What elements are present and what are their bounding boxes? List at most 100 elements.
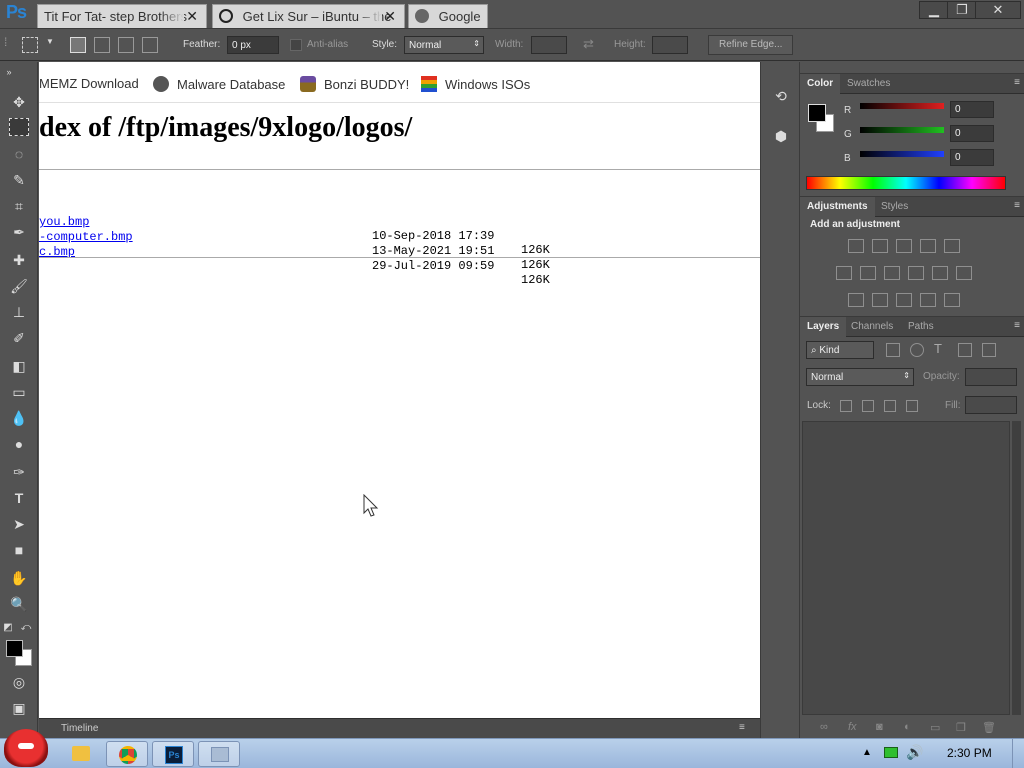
blue-value-input[interactable]: 0	[950, 149, 994, 166]
levels-icon[interactable]	[872, 239, 888, 253]
tab-close-icon[interactable]: ✕	[186, 8, 198, 25]
new-layer-icon[interactable]: ❐	[956, 721, 966, 734]
red-slider[interactable]	[860, 103, 944, 109]
foreground-color-swatch[interactable]	[6, 640, 23, 657]
tab-swatches[interactable]: Swatches	[840, 74, 897, 94]
green-value-input[interactable]: 0	[950, 125, 994, 142]
fg-color-swatch[interactable]	[808, 104, 826, 122]
zoom-tool-icon[interactable]: 🔍	[8, 594, 30, 614]
timeline-panel[interactable]: Timeline ≡	[39, 718, 760, 738]
tab-color[interactable]: Color	[800, 74, 841, 94]
screen-mode-icon[interactable]: ▣	[8, 698, 30, 718]
close-button[interactable]: ✕	[975, 1, 1021, 19]
taskbar-photoshop[interactable]: Ps	[152, 741, 194, 767]
dodge-tool-icon[interactable]: ●	[8, 434, 30, 454]
brightness-icon[interactable]	[848, 239, 864, 253]
properties-panel-icon[interactable]: ⬢	[770, 126, 792, 146]
new-group-icon[interactable]: ▭	[930, 721, 940, 734]
color-spectrum-ramp[interactable]	[806, 176, 1006, 190]
hue-saturation-icon[interactable]	[836, 266, 852, 280]
quick-mask-icon[interactable]: ◎	[8, 672, 30, 692]
bookmark-memz[interactable]: MEMZ Download	[39, 76, 139, 91]
marquee-preset-icon[interactable]	[22, 37, 38, 53]
posterize-icon[interactable]	[872, 293, 888, 307]
curves-icon[interactable]	[896, 239, 912, 253]
crop-tool-icon[interactable]: ⌗	[8, 196, 30, 216]
panel-menu-icon[interactable]: ≡	[1014, 320, 1020, 331]
eyedropper-icon[interactable]: ✒	[8, 222, 30, 242]
healing-brush-icon[interactable]: ✚	[8, 250, 30, 270]
red-value-input[interactable]: 0	[950, 101, 994, 118]
exposure-icon[interactable]	[920, 239, 936, 253]
panel-menu-icon[interactable]: ≡	[1014, 77, 1020, 88]
tab-close-icon[interactable]: ✕	[384, 8, 396, 25]
tab-layers[interactable]: Layers	[800, 317, 847, 337]
document-canvas[interactable]: MEMZ Download Malware Database Bonzi BUD…	[39, 62, 760, 718]
start-button[interactable]	[4, 729, 48, 767]
taskbar-chrome[interactable]	[106, 741, 148, 767]
panel-menu-icon[interactable]: ≡	[739, 722, 745, 733]
type-tool-icon[interactable]: T	[8, 488, 30, 508]
bookmark-windows-isos[interactable]: Windows ISOs	[421, 76, 530, 92]
chevron-down-icon[interactable]: ▼	[46, 37, 54, 46]
photo-filter-icon[interactable]	[908, 266, 924, 280]
filter-type-icon[interactable]: T	[934, 341, 942, 356]
minimize-button[interactable]: ▁	[919, 1, 949, 19]
tab-tit-for-tat[interactable]: Tit For Tat- step Brothers ✕	[37, 4, 207, 28]
marquee-tool-icon[interactable]	[9, 118, 29, 136]
network-icon[interactable]	[884, 747, 898, 758]
show-hidden-icons[interactable]: ▲	[862, 747, 872, 758]
blur-tool-icon[interactable]: 💧	[8, 408, 30, 428]
tab-adjustments[interactable]: Adjustments	[800, 197, 875, 217]
channel-mixer-icon[interactable]	[932, 266, 948, 280]
fill-input[interactable]	[965, 396, 1017, 414]
taskbar-window[interactable]	[198, 741, 240, 767]
pen-tool-icon[interactable]: ✑	[8, 462, 30, 482]
hand-tool-icon[interactable]: ✋	[8, 568, 30, 588]
tab-styles[interactable]: Styles	[874, 197, 915, 217]
new-adjustment-icon[interactable]: ◐	[904, 721, 911, 733]
layers-list[interactable]	[802, 421, 1010, 715]
lasso-tool-icon[interactable]: ◌	[8, 144, 30, 164]
width-input[interactable]	[531, 36, 567, 54]
bookmark-bonzi-buddy[interactable]: Bonzi BUDDY!	[300, 76, 409, 92]
filter-smart-object-icon[interactable]	[982, 343, 996, 357]
panel-menu-icon[interactable]: ≡	[1014, 200, 1020, 211]
color-lookup-icon[interactable]	[956, 266, 972, 280]
refine-edge-button[interactable]: Refine Edge...	[708, 35, 794, 55]
blend-mode-select[interactable]: Normal ⇕	[806, 368, 914, 386]
tab-paths[interactable]: Paths	[901, 317, 941, 337]
layers-scrollbar[interactable]	[1012, 421, 1021, 715]
filter-pixel-icon[interactable]	[886, 343, 900, 357]
layer-filter-select[interactable]: ⌕ Kind	[806, 341, 874, 359]
style-select[interactable]: Normal ⇕	[404, 36, 484, 54]
lock-all-icon[interactable]	[906, 400, 918, 412]
invert-icon[interactable]	[848, 293, 864, 307]
clock[interactable]: 2:30 PM	[947, 746, 992, 760]
gradient-tool-icon[interactable]: ▭	[8, 382, 30, 402]
volume-icon[interactable]: 🔊	[906, 744, 923, 761]
antialias-checkbox[interactable]	[290, 39, 302, 51]
blue-slider[interactable]	[860, 151, 944, 157]
intersect-selection-icon[interactable]	[142, 37, 158, 53]
shape-tool-icon[interactable]: ■	[8, 540, 30, 560]
swap-colors-icon[interactable]: ⤺	[20, 618, 32, 638]
gradient-map-icon[interactable]	[944, 293, 960, 307]
tab-google[interactable]: Google	[408, 4, 488, 28]
threshold-icon[interactable]	[896, 293, 912, 307]
subtract-selection-icon[interactable]	[118, 37, 134, 53]
vibrance-icon[interactable]	[944, 239, 960, 253]
restore-button[interactable]: ❐	[947, 1, 977, 19]
collapse-icon[interactable]: »	[2, 62, 16, 82]
add-selection-icon[interactable]	[94, 37, 110, 53]
green-slider[interactable]	[860, 127, 944, 133]
feather-input[interactable]: 0 px	[227, 36, 279, 54]
opacity-input[interactable]	[965, 368, 1017, 386]
lock-position-icon[interactable]	[884, 400, 896, 412]
filter-shape-icon[interactable]	[958, 343, 972, 357]
taskbar-explorer[interactable]	[60, 741, 102, 767]
stamp-tool-icon[interactable]: ⊥	[8, 302, 30, 322]
swap-icon[interactable]: ⇄	[583, 36, 594, 52]
link-layers-icon[interactable]: ∞	[820, 721, 828, 733]
eraser-icon[interactable]: ◧	[8, 356, 30, 376]
